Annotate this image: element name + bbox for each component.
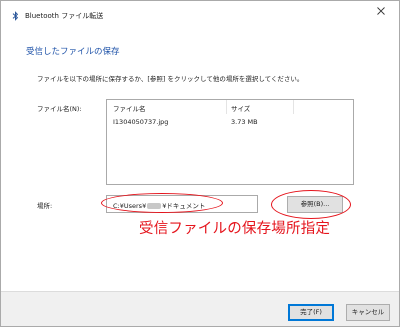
highlight-ellipse-browse <box>271 190 351 219</box>
column-header-size[interactable]: サイズ <box>231 103 250 113</box>
column-header-filename[interactable]: ファイル名 <box>113 103 146 113</box>
close-icon <box>377 7 385 15</box>
dialog-footer: 完了(F) キャンセル <box>1 291 399 326</box>
close-button[interactable] <box>363 1 399 21</box>
file-size-cell: 3.73 MB <box>231 118 258 126</box>
bluetooth-icon <box>11 11 20 21</box>
column-divider <box>226 100 227 114</box>
window-title: Bluetooth ファイル転送 <box>25 12 104 20</box>
file-name-label: ファイル名(N): <box>37 105 82 113</box>
instruction-text: ファイルを以下の場所に保存するか、[参照] をクリックして他の場所を選択してくだ… <box>37 75 304 83</box>
cancel-button[interactable]: キャンセル <box>346 304 390 321</box>
bluetooth-file-transfer-dialog: Bluetooth ファイル転送 受信したファイルの保存 ファイルを以下の場所に… <box>0 0 400 327</box>
file-list[interactable]: ファイル名 サイズ I1304050737.jpg 3.73 MB <box>106 99 354 185</box>
highlight-ellipse-location <box>101 193 223 213</box>
file-list-header: ファイル名 サイズ <box>107 100 353 114</box>
file-list-row[interactable]: I1304050737.jpg 3.73 MB <box>107 116 353 128</box>
page-heading: 受信したファイルの保存 <box>26 47 120 57</box>
finish-button[interactable]: 完了(F) <box>288 304 334 321</box>
file-name-cell: I1304050737.jpg <box>113 118 169 126</box>
location-label: 場所: <box>37 202 53 210</box>
title-bar: Bluetooth ファイル転送 <box>1 1 399 31</box>
annotation-callout: 受信ファイルの保存場所指定 <box>139 221 331 237</box>
column-divider <box>293 100 294 114</box>
